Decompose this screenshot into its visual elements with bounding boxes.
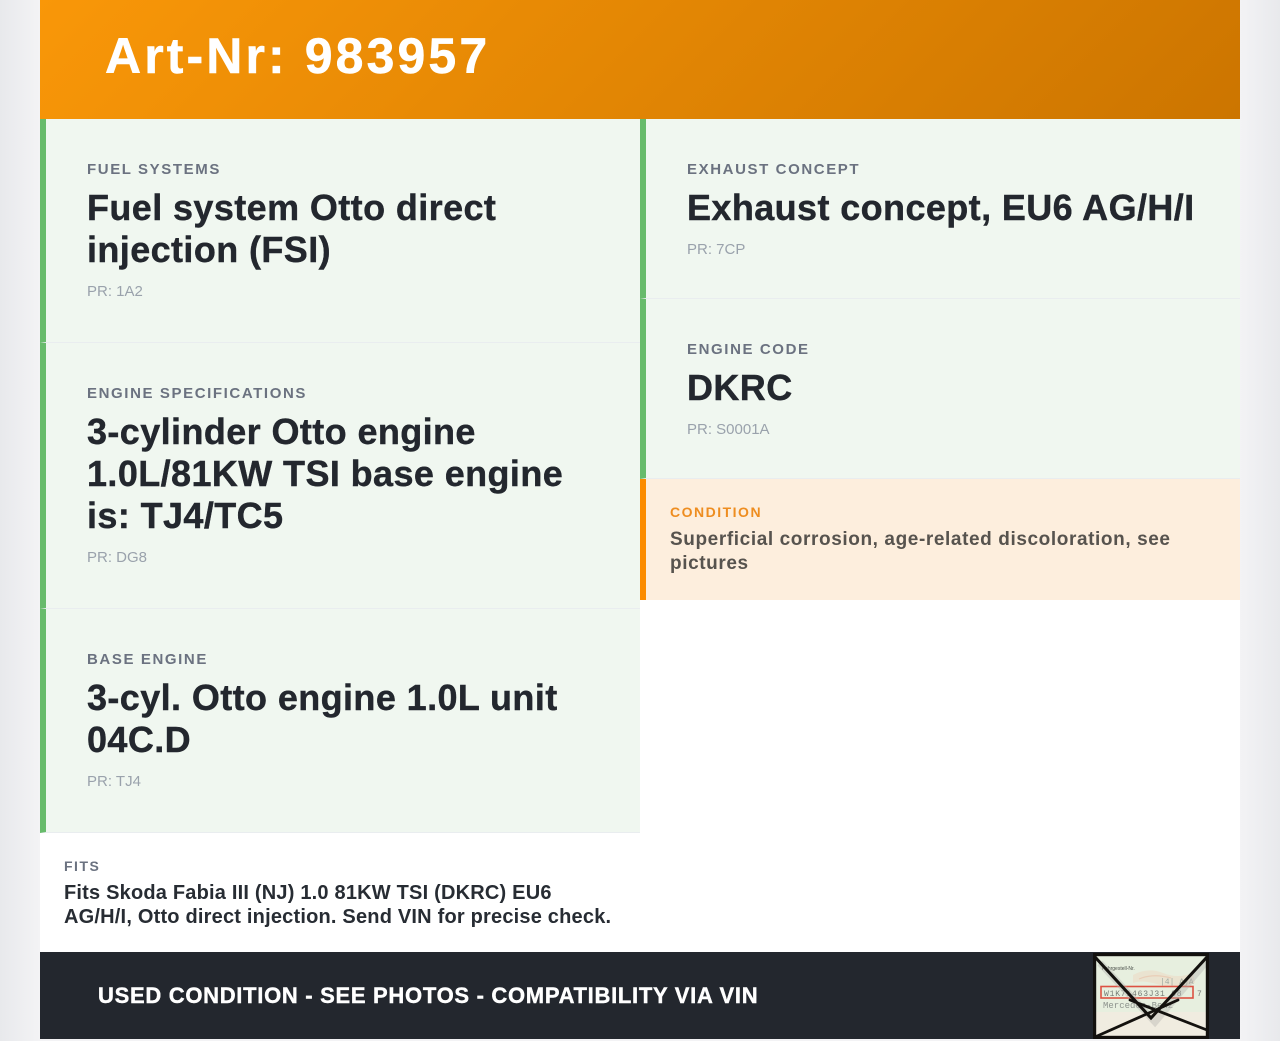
svg-text:7: 7 bbox=[1197, 990, 1202, 999]
